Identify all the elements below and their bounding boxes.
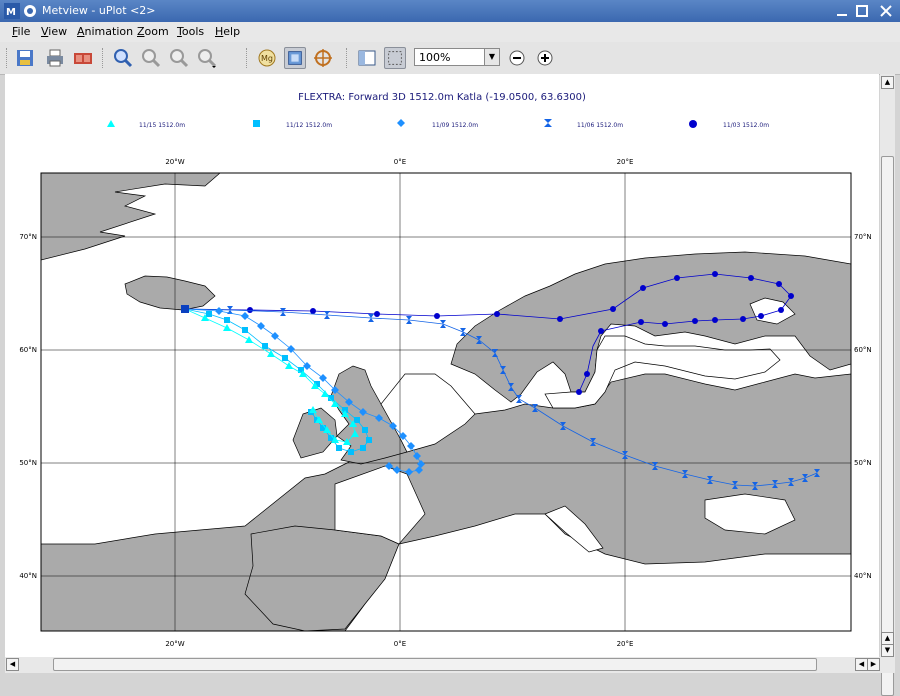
lat-label-left: 40°N [19,572,37,580]
legend-label: 11/15 1512.0m [139,122,185,129]
vertical-scroll-thumb[interactable] [881,156,894,696]
legend-marker-hourglass [544,119,552,127]
svg-text:M: M [6,7,16,18]
legend-label: 11/06 1512.0m [577,122,623,129]
sidebar-toggle-icon[interactable] [356,47,378,69]
menu-animation[interactable]: Animation [77,25,133,38]
magnifier-tool-icon[interactable]: Mg [256,47,278,69]
legend-label: 11/03 1512.0m [723,122,769,129]
data-area-icon[interactable] [284,47,306,69]
legend-marker-diamond [397,119,405,127]
menu-zoom[interactable]: Zoom [137,25,169,38]
cursor-data-icon[interactable] [312,47,334,69]
zoom-back-icon[interactable] [168,47,190,69]
scroll-down-icon[interactable]: ▼ [881,644,894,657]
minimize-icon[interactable] [834,3,850,19]
plot-canvas[interactable]: FLEXTRA: Forward 3D 1512.0m Katla (-19.0… [5,74,879,657]
lat-label-left: 50°N [19,459,37,467]
legend-marker-square [253,120,260,127]
scroll-up-icon[interactable]: ▲ [881,76,894,89]
zoom-minus-icon[interactable] [506,47,528,69]
menu-file[interactable]: File [12,25,30,38]
lon-label-top: 20°W [165,158,184,166]
legend-marker-triangle [107,120,115,127]
svg-text:Mg: Mg [261,54,273,63]
lat-label-right: 40°N [854,572,872,580]
horizontal-scroll-thumb[interactable] [53,658,817,671]
legend-marker-circle [689,120,697,128]
lon-label-top: 20°E [617,158,634,166]
maximize-icon[interactable] [854,3,870,19]
legend: 11/15 1512.0m 11/12 1512.0m 11/09 1512.0… [107,119,769,129]
plot-title: FLEXTRA: Forward 3D 1512.0m Katla (-19.0… [298,92,586,103]
zoom-level-select[interactable]: 100% ▼ [414,48,500,66]
frame-select-icon[interactable] [384,47,406,69]
print-icon[interactable] [44,47,66,69]
horizontal-scrollbar[interactable]: ◀ ◀ ▶ [5,657,895,673]
zoom-in-icon[interactable] [112,47,134,69]
zoom-level-value: 100% [419,51,451,64]
scroll-right-icon[interactable]: ▶ [867,658,880,671]
release-point-katla [181,305,189,313]
lon-label-bottom: 20°W [165,640,184,648]
legend-label: 11/09 1512.0m [432,122,478,129]
menu-tools[interactable]: Tools [177,25,204,38]
lon-label-bottom: 0°E [394,640,406,648]
close-icon[interactable] [878,3,894,19]
window-titlebar[interactable]: M Metview - uPlot <2> [0,0,900,22]
menu-bar: File View Animation Zoom Tools Help [0,22,900,42]
lon-label-bottom: 20°E [617,640,634,648]
zoom-out-icon[interactable] [140,47,162,69]
lat-label-left: 70°N [19,233,37,241]
toolbar-handle[interactable] [6,48,11,68]
scroll-left-icon[interactable]: ◀ [6,658,19,671]
menu-view[interactable]: View [41,25,67,38]
map-plot[interactable]: FLEXTRA: Forward 3D 1512.0m Katla (-19.0… [5,74,879,657]
zoom-stack-icon[interactable] [196,47,218,69]
lat-label-left: 60°N [19,346,37,354]
chevron-down-icon[interactable]: ▼ [484,49,499,65]
lat-label-right: 60°N [854,346,872,354]
lat-label-right: 50°N [854,459,872,467]
metview-app-icon: M [4,3,20,19]
lat-label-right: 70°N [854,233,872,241]
save-icon[interactable] [14,47,36,69]
menu-help[interactable]: Help [215,25,240,38]
lon-label-top: 0°E [394,158,406,166]
window-title: Metview - uPlot <2> [42,4,156,17]
vertical-scrollbar[interactable]: ▲ ▲ ▼ [880,74,895,696]
export-icon[interactable] [72,47,94,69]
window-menu-icon[interactable] [22,3,38,19]
zoom-plus-icon[interactable] [534,47,556,69]
legend-label: 11/12 1512.0m [286,122,332,129]
